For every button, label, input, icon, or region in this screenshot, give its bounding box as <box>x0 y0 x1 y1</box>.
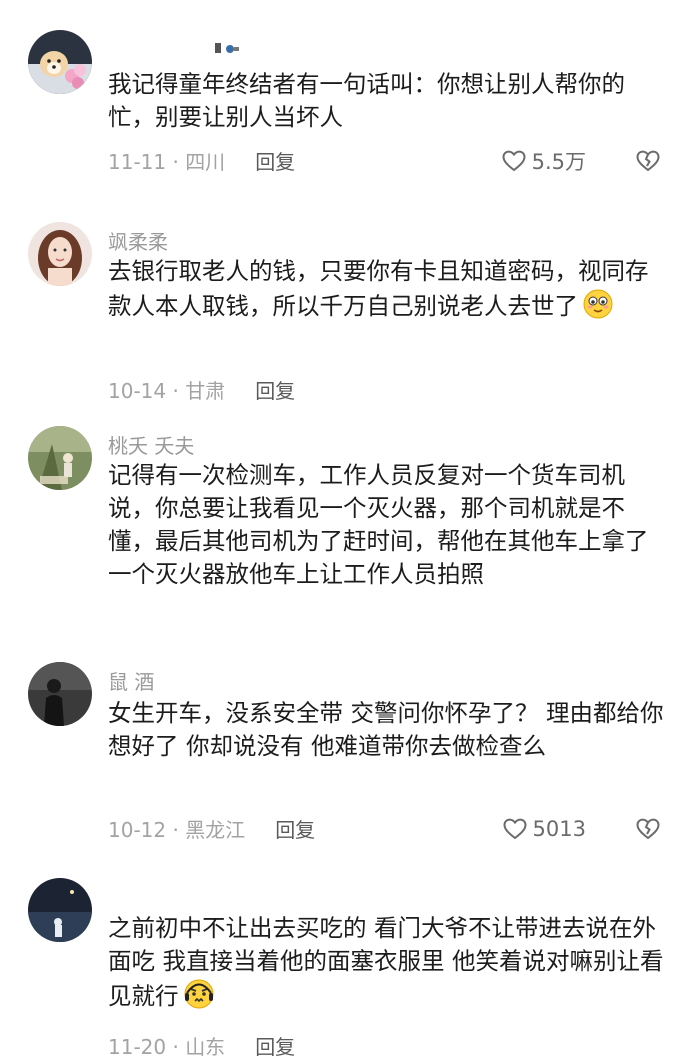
reply-button[interactable]: 回复 <box>255 146 295 175</box>
comment-text: 之前初中不让出去买吃的 看门大爷不让带进去说在外面吃 我直接当着他的面塞衣服里 … <box>108 912 668 1019</box>
like-button[interactable]: 5013 <box>503 815 586 843</box>
date-location: 11-20 · 山东 <box>108 1034 226 1059</box>
broken-heart-icon <box>636 150 660 172</box>
reply-button[interactable]: 回复 <box>255 1031 295 1060</box>
toy-icon <box>214 40 240 62</box>
worried-face-icon <box>183 978 215 1019</box>
comment-text-content: 去银行取老人的钱，只要你有卡且知道密码，视同存款人本人取钱，所以千万自己别说老人… <box>108 257 649 320</box>
avatar[interactable] <box>28 426 92 490</box>
like-count: 5.5万 <box>531 150 586 174</box>
comment-meta: 10-14 · 甘肃 回复 <box>108 375 295 403</box>
avatar[interactable] <box>28 878 92 942</box>
date-location: 10-12 · 黑龙江 <box>108 817 246 842</box>
reply-button[interactable]: 回复 <box>255 375 295 404</box>
night-sea-avatar-icon <box>28 878 92 942</box>
comment-text: 记得有一次检测车，工作人员反复对一个货车司机说，你总要让我看见一个灭火器，那个司… <box>108 461 649 588</box>
username[interactable]: 桃夭 夭夫 <box>108 430 194 459</box>
dark-silhouette-avatar-icon <box>28 662 92 726</box>
heart-icon <box>503 818 527 840</box>
heart-icon <box>502 150 526 172</box>
date-location: 11-11 · 四川 <box>108 149 226 174</box>
comment-text: 去银行取老人的钱，只要你有卡且知道密码，视同存款人本人取钱，所以千万自己别说老人… <box>108 255 668 329</box>
avatar[interactable] <box>28 30 92 94</box>
smiling-face-icon <box>582 288 614 329</box>
avatar[interactable] <box>28 222 92 286</box>
reply-button[interactable]: 回复 <box>275 814 315 843</box>
dislike-button[interactable] <box>636 815 660 843</box>
comment-meta: 10-12 · 黑龙江 回复 <box>108 814 315 842</box>
comment-text: 我记得童年终结者有一句话叫：你想让别人帮你的忙，别要让别人当坏人 <box>108 70 625 131</box>
girl-avatar-icon <box>28 222 92 286</box>
comment-meta: 11-11 · 四川 回复 <box>108 146 295 174</box>
dislike-button[interactable] <box>636 147 660 175</box>
broken-heart-icon <box>636 818 660 840</box>
avatar[interactable] <box>28 662 92 726</box>
like-button[interactable]: 5.5万 <box>502 147 586 175</box>
comment-text: 女生开车，没系安全带 交警问你怀孕了？ 理由都给你想好了 你却说没有 他难道带你… <box>108 699 664 760</box>
date-location: 10-14 · 甘肃 <box>108 378 226 403</box>
username[interactable]: 鼠 酒 <box>108 666 154 695</box>
outdoor-avatar-icon <box>28 426 92 490</box>
like-count: 5013 <box>532 817 586 841</box>
comment-meta: 11-20 · 山东 回复 <box>108 1031 295 1059</box>
dog-avatar-icon <box>28 30 92 94</box>
username[interactable]: 飒柔柔 <box>108 226 168 255</box>
